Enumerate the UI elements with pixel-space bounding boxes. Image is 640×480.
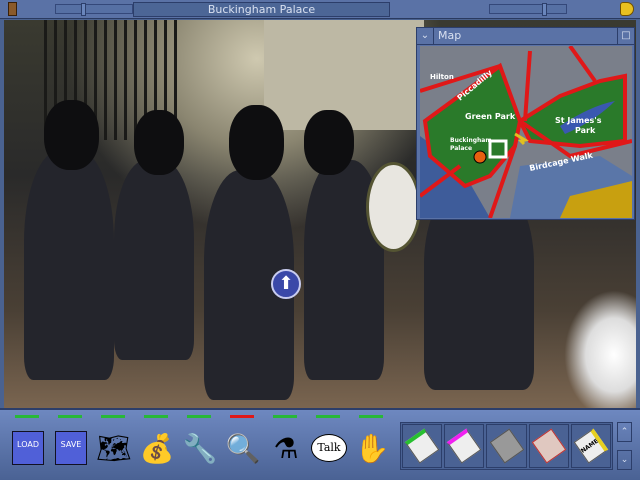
indicator: [273, 415, 297, 418]
indicator: [101, 415, 125, 418]
indicator: [187, 415, 211, 418]
map-label-st-james: St James's: [555, 116, 602, 125]
volume-slider-right[interactable]: [489, 3, 567, 16]
light-glare: [564, 290, 636, 408]
bearskin-hat: [229, 105, 284, 180]
palace-wall: [264, 20, 424, 130]
svg-text:St James's: St James's: [555, 116, 602, 125]
maximize-button[interactable]: □: [617, 28, 634, 44]
talk-button[interactable]: Talk: [309, 422, 349, 474]
map-icon: 🗺: [96, 431, 132, 465]
indicator: [58, 415, 82, 418]
nav-forward-arrow-icon[interactable]: ⬆: [271, 269, 301, 299]
speech-bubble-icon: Talk: [311, 434, 347, 462]
title-bar: Buckingham Palace: [0, 0, 640, 19]
money-bag-icon: 💰: [139, 431, 175, 465]
inventory-slot[interactable]: [528, 424, 569, 468]
indicator: [144, 415, 168, 418]
volume-slider-left[interactable]: [55, 3, 133, 16]
map-button[interactable]: 🗺: [94, 422, 134, 474]
money-button[interactable]: 💰: [137, 422, 177, 474]
hand-icon: ✋: [354, 431, 390, 465]
indicator: [316, 415, 340, 418]
guard: [24, 150, 114, 380]
map-label-hilton: Hilton: [430, 73, 454, 81]
take-button[interactable]: ✋: [352, 422, 392, 474]
bearskin-hat: [44, 100, 99, 170]
slider-knob[interactable]: [81, 3, 86, 16]
save-disk-icon: SAVE: [55, 431, 87, 465]
note-green-icon: [404, 428, 440, 464]
combine-button[interactable]: ⚗: [266, 422, 306, 474]
inventory-scroll-up[interactable]: ⌃: [617, 422, 632, 442]
inventory-panel: NAME: [400, 422, 613, 470]
inventory-scroll-down[interactable]: ⌄: [617, 450, 632, 470]
map-title: Map: [438, 29, 462, 42]
map-view[interactable]: Hilton Piccadilly Green Park St James's …: [420, 46, 632, 218]
indicator: [15, 415, 39, 418]
bell-icon[interactable]: [620, 2, 634, 16]
map-label-park: Park: [575, 126, 596, 135]
guard: [114, 160, 194, 360]
save-button[interactable]: SAVE: [51, 422, 91, 474]
inventory-slot[interactable]: NAME: [570, 424, 612, 468]
map-label-buckingham: Buckingham: [450, 137, 492, 144]
name-card-icon: NAME: [573, 428, 609, 464]
inventory-slot[interactable]: [402, 424, 443, 468]
flask-icon: ⚗: [273, 431, 299, 465]
examine-button[interactable]: 🔍: [223, 422, 263, 474]
bearskin-hat: [304, 110, 354, 175]
map-label-palace: Palace: [450, 145, 472, 152]
load-button[interactable]: LOAD: [8, 422, 48, 474]
svg-text:Palace: Palace: [450, 145, 472, 152]
torn-paper-icon: [531, 428, 566, 464]
map-window: ⌄ Map □ Hilton Piccadilly Green Park St …: [416, 27, 635, 220]
note-magenta-icon: [447, 428, 482, 464]
svg-text:Green Park: Green Park: [465, 112, 516, 121]
use-button[interactable]: 🔧: [180, 422, 220, 474]
svg-text:Buckingham: Buckingham: [450, 137, 492, 144]
indicator-active: [230, 415, 254, 418]
toolbar: LOAD SAVE 🗺 💰 🔧 🔍 ⚗ Talk ✋ NAME ⌃ ⌄: [0, 408, 640, 480]
door-icon[interactable]: [8, 2, 17, 16]
wrench-icon: 🔧: [182, 431, 218, 465]
inventory-slot[interactable]: [444, 424, 485, 468]
newspaper-icon: [489, 428, 524, 464]
inventory-slot[interactable]: [486, 424, 527, 468]
map-label-green-park: Green Park: [465, 112, 516, 121]
collapse-button[interactable]: ⌄: [417, 28, 434, 44]
bearskin-hat: [134, 110, 184, 175]
svg-text:Park: Park: [575, 126, 596, 135]
magnifier-icon: 🔍: [225, 431, 261, 465]
drum: [366, 162, 421, 252]
svg-text:Hilton: Hilton: [430, 73, 454, 81]
slider-knob[interactable]: [542, 3, 547, 16]
load-disk-icon: LOAD: [12, 431, 44, 465]
indicator: [359, 415, 383, 418]
window-title: Buckingham Palace: [133, 2, 390, 17]
